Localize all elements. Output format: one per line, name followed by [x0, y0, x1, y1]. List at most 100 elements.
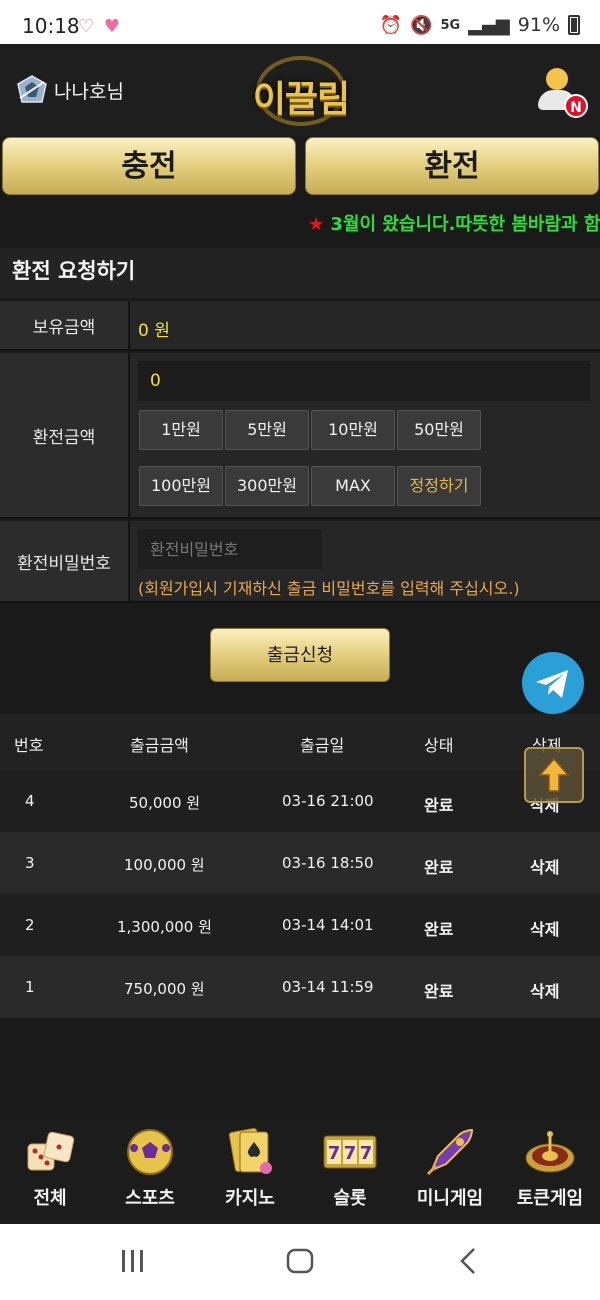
- table-row: 2 1,300,000 원 03-14 14:01 완료 삭제: [0, 894, 600, 956]
- row-amount: 100,000 원: [124, 856, 205, 874]
- app-header: 나나호님 이끌림 N: [0, 44, 600, 136]
- star-icon: ★: [308, 214, 325, 235]
- row-delete-button[interactable]: 삭제: [530, 916, 559, 940]
- reset-button[interactable]: 정정하기: [397, 466, 481, 506]
- nav-sports-label: 스포츠: [125, 1188, 175, 1209]
- nav-sports[interactable]: 스포츠: [100, 1118, 200, 1224]
- col-number: 번호: [14, 736, 44, 755]
- password-note: (회원가입시 기재하신 출금 비밀번호를 입력해 주십시오.): [138, 579, 520, 598]
- table-row: 4 50,000 원 03-16 21:00 완료 삭제: [0, 770, 600, 832]
- mute-icon: 🔇: [410, 14, 433, 36]
- alarm-icon: ⏰: [379, 14, 403, 36]
- col-amount: 출금금액: [130, 736, 189, 755]
- back-icon[interactable]: [460, 1248, 475, 1274]
- system-icons: ⏰ 🔇 5G ▂▄▆ 91%: [380, 14, 580, 36]
- notice-marquee: ★ 3월이 왔습니다.따뜻한 봄바람과 함: [0, 200, 600, 244]
- telegram-icon: [536, 670, 568, 698]
- system-nav-bar: [0, 1224, 600, 1300]
- logo-text: 이끌림: [252, 79, 350, 120]
- chip-3m-button[interactable]: 300만원: [225, 466, 309, 506]
- battery-percent: 91%: [517, 14, 560, 36]
- row-date: 03-14 11:59: [282, 978, 374, 996]
- heart-icons: ♡ ♥: [78, 16, 122, 37]
- row-number: 3: [25, 854, 35, 872]
- row-date: 03-16 18:50: [282, 854, 374, 872]
- row-date: 03-14 14:01: [282, 916, 374, 934]
- slot-777-icon: 7 7 7: [323, 1135, 377, 1169]
- password-label: 환전비밀번호: [0, 521, 130, 601]
- row-number: 2: [25, 916, 35, 934]
- row-delete-button[interactable]: 삭제: [530, 854, 559, 878]
- balance-label: 보유금액: [0, 301, 130, 349]
- telegram-button[interactable]: [522, 652, 584, 714]
- nav-all[interactable]: 전체: [0, 1118, 100, 1224]
- charge-button[interactable]: 충전: [2, 137, 296, 195]
- row-status: 완료: [424, 982, 454, 1001]
- row-date: 03-16 21:00: [282, 792, 374, 810]
- col-date: 출금일: [300, 736, 345, 755]
- table-header: 번호 출금금액 출금일 상태 삭제: [0, 714, 600, 770]
- home-icon[interactable]: [286, 1248, 314, 1274]
- rank-badge-icon: [17, 75, 47, 103]
- site-logo[interactable]: 이끌림: [246, 54, 356, 128]
- profile-head-icon: [546, 68, 568, 90]
- balance-value: 0 원: [138, 321, 170, 341]
- row-status: 완료: [424, 920, 454, 939]
- chip-max-button[interactable]: MAX: [311, 466, 395, 506]
- recents-icon[interactable]: [122, 1250, 143, 1272]
- row-amount: 750,000 원: [124, 980, 205, 998]
- notice-text: 3월이 왔습니다.따뜻한 봄바람과 함: [330, 214, 600, 235]
- table-row: 3 100,000 원 03-16 18:50 완료 삭제: [0, 832, 600, 894]
- password-input[interactable]: [138, 529, 322, 569]
- table-row: 1 750,000 원 03-14 11:59 완료 삭제: [0, 956, 600, 1018]
- roulette-icon: [525, 1131, 575, 1173]
- balance-row: 보유금액 0 원: [0, 301, 600, 351]
- amount-input[interactable]: [138, 361, 590, 401]
- system-nav-icons: [122, 1248, 475, 1274]
- username: 나나호님: [54, 80, 124, 103]
- nav-casino[interactable]: 카지노: [200, 1118, 300, 1224]
- scroll-top-button[interactable]: [524, 747, 584, 803]
- svg-text:7: 7: [328, 1143, 341, 1164]
- exchange-button[interactable]: 환전: [305, 137, 599, 195]
- row-amount: 50,000 원: [129, 794, 201, 812]
- signal-icon: ▂▄▆: [468, 14, 510, 36]
- chip-1m-button[interactable]: 100만원: [139, 466, 223, 506]
- profile-button[interactable]: N: [536, 66, 588, 118]
- col-status: 상태: [424, 736, 454, 755]
- chip-100k-button[interactable]: 10만원: [311, 410, 395, 450]
- withdraw-submit-button[interactable]: 출금신청: [210, 628, 390, 682]
- amount-label: 환전금액: [0, 353, 130, 517]
- user-info[interactable]: 나나호님: [16, 74, 124, 106]
- dice-icon: [27, 1131, 75, 1171]
- nav-slots-label: 슬롯: [333, 1188, 367, 1209]
- nav-slots[interactable]: 7 7 7 슬롯: [300, 1118, 400, 1224]
- chip-50k-button[interactable]: 5만원: [225, 410, 309, 450]
- battery-icon: [568, 15, 580, 35]
- notification-badge: N: [564, 94, 588, 118]
- soccer-ball-icon: [127, 1129, 173, 1175]
- notice-text-wrap: ★ 3월이 왔습니다.따뜻한 봄바람과 함: [308, 210, 600, 236]
- nav-token-game[interactable]: 토큰게임: [500, 1118, 600, 1224]
- chip-10k-button[interactable]: 1만원: [139, 410, 223, 450]
- row-status: 완료: [424, 858, 454, 877]
- row-status: 완료: [424, 796, 454, 815]
- network-label: 5G: [440, 17, 461, 33]
- cards-icon: [228, 1127, 272, 1174]
- row-delete-button[interactable]: 삭제: [530, 978, 559, 1002]
- rocket-icon: [426, 1128, 474, 1176]
- form-title: 환전 요청하기: [0, 248, 600, 298]
- row-number: 1: [25, 978, 35, 996]
- nav-token-game-label: 토큰게임: [516, 1188, 584, 1209]
- nav-minigame-label: 미니게임: [416, 1188, 484, 1209]
- arrow-up-icon: [538, 757, 570, 792]
- status-bar: 10:18 ♡ ♥ ⏰ 🔇 5G ▂▄▆ 91%: [0, 0, 600, 44]
- nav-minigame[interactable]: 미니게임: [400, 1118, 500, 1224]
- nav-all-label: 전체: [33, 1188, 67, 1209]
- chip-500k-button[interactable]: 50만원: [397, 410, 481, 450]
- svg-text:7: 7: [360, 1143, 373, 1164]
- row-number: 4: [25, 792, 35, 810]
- amount-row: 환전금액 1만원 5만원 10만원 50만원 100만원 300만원 MAX 정…: [0, 353, 600, 519]
- bottom-nav: 전체 스포츠 카지노 7 7 7 슬롯 미니게임 토큰게임: [0, 1118, 600, 1224]
- row-amount: 1,300,000 원: [117, 918, 212, 936]
